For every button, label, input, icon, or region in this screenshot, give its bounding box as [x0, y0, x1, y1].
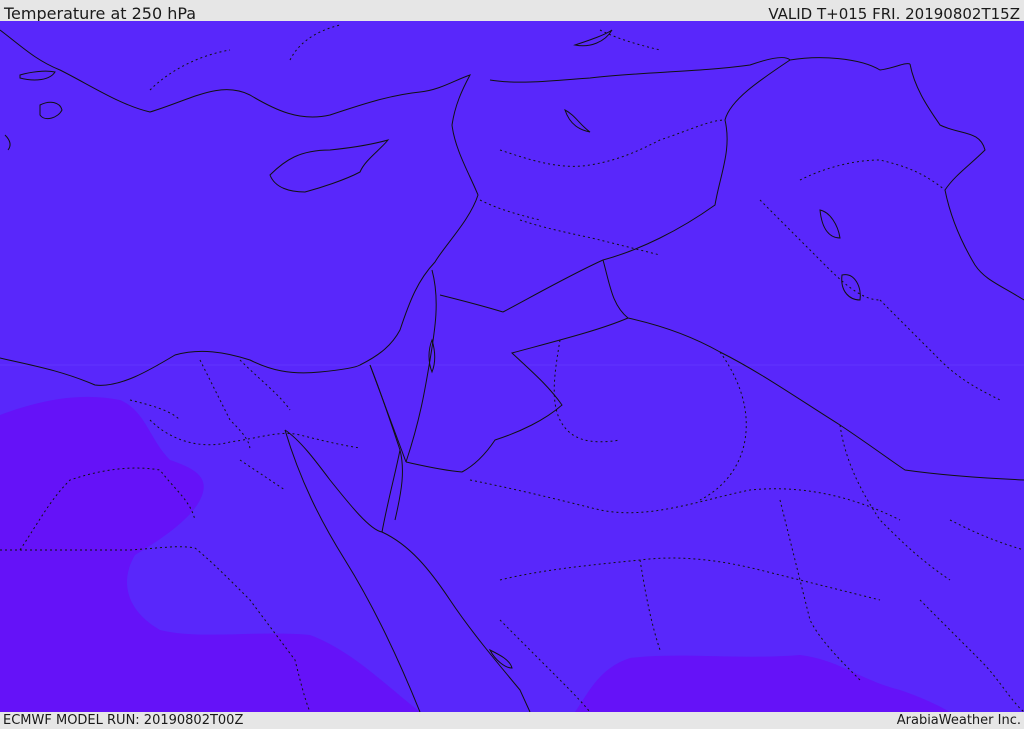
header-bar: Temperature at 250 hPa VALID T+015 FRI. … — [0, 0, 1024, 23]
credit-label: ArabiaWeather Inc. — [896, 713, 1021, 728]
weather-map[interactable] — [0, 21, 1024, 712]
model-run-label: ECMWF MODEL RUN: 20190802T00Z — [3, 713, 244, 728]
map-canvas — [0, 21, 1024, 712]
temperature-field — [0, 21, 1024, 712]
footer-bar: ECMWF MODEL RUN: 20190802T00Z ArabiaWeat… — [0, 712, 1024, 729]
